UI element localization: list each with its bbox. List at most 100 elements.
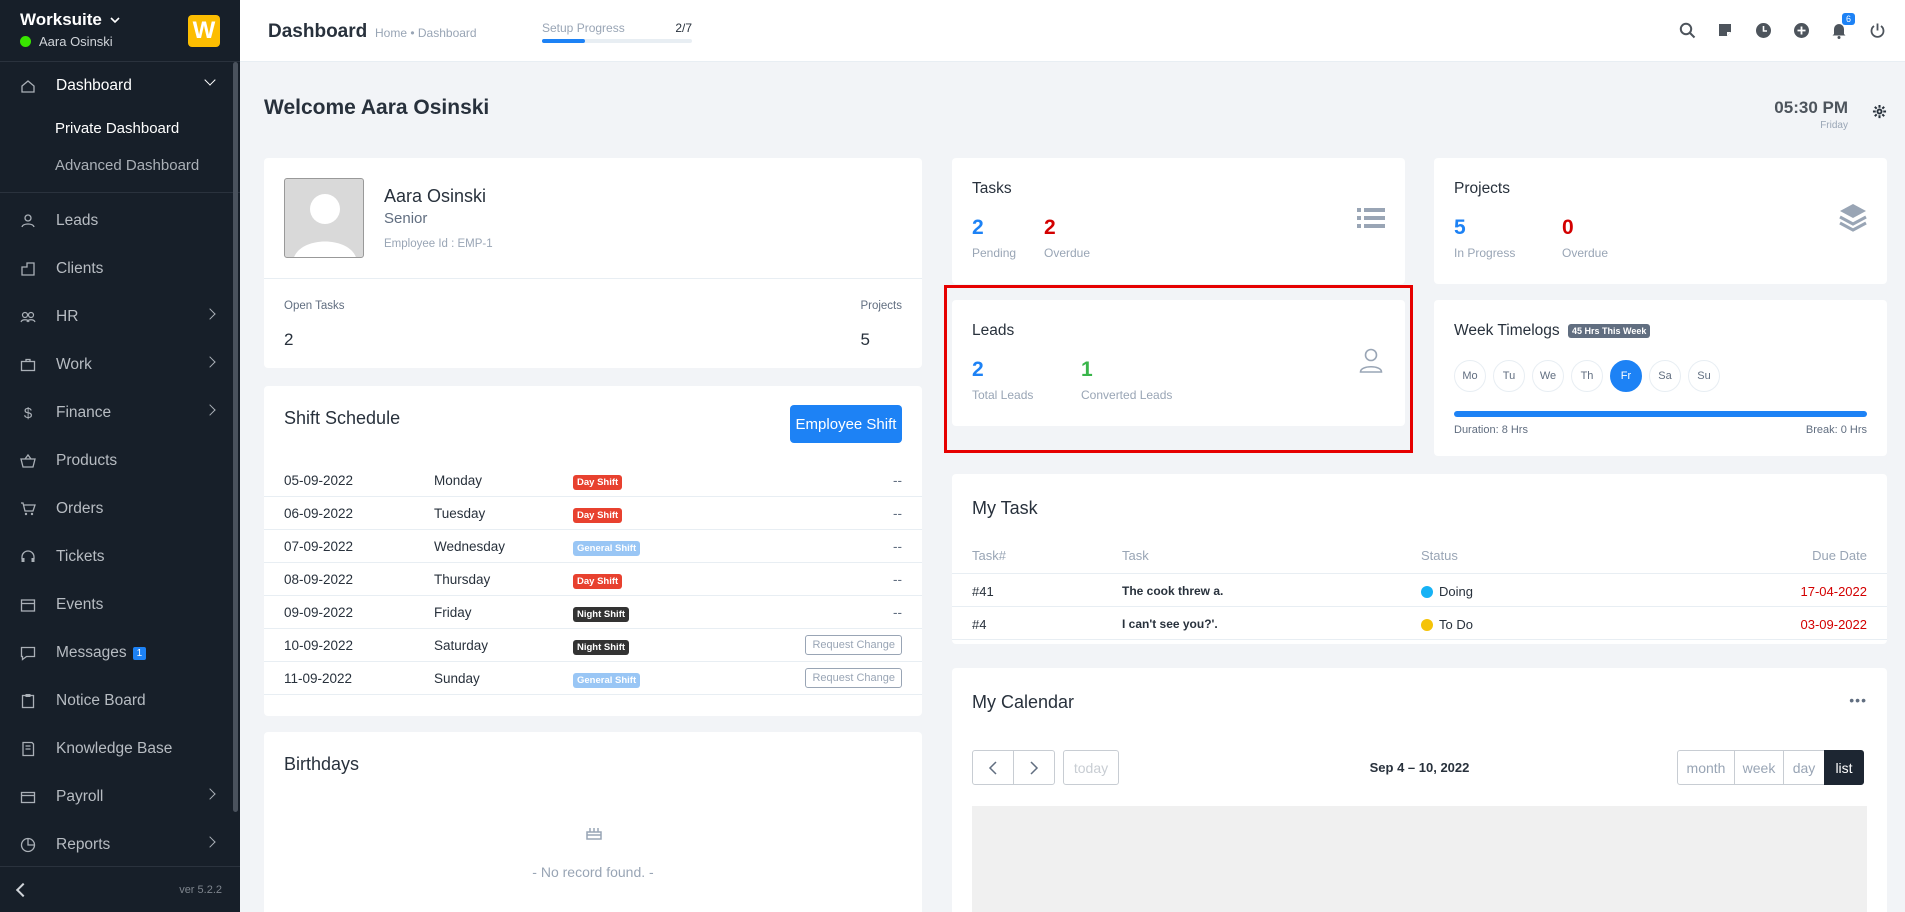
task-status[interactable]: Doing bbox=[1421, 584, 1473, 599]
clock-time: 05:30 PM bbox=[1774, 98, 1848, 117]
weekday-fr[interactable]: Fr bbox=[1610, 360, 1642, 392]
task-name[interactable]: The cook threw a. bbox=[1122, 584, 1223, 598]
gear-icon[interactable] bbox=[1872, 104, 1887, 122]
timelog-progress-bar bbox=[1454, 411, 1867, 417]
task-name[interactable]: I can't see you?'. bbox=[1122, 617, 1218, 631]
open-tasks-value[interactable]: 2 bbox=[284, 330, 293, 350]
table-row[interactable]: #41 The cook threw a. Doing 17-04-2022 bbox=[952, 574, 1887, 607]
layers-icon bbox=[1839, 202, 1867, 235]
clock-icon[interactable] bbox=[1753, 20, 1773, 40]
shift-action-empty: -- bbox=[893, 605, 902, 620]
my-calendar-card: My Calendar ••• today Sep 4 – 10, 2022 m… bbox=[952, 668, 1887, 912]
sidebar-item-products[interactable]: Products bbox=[0, 437, 240, 485]
search-icon[interactable] bbox=[1677, 20, 1697, 40]
task-id[interactable]: #4 bbox=[972, 617, 986, 632]
sidebar-item-knowledge-base[interactable]: Knowledge Base bbox=[0, 725, 240, 773]
col-header-status: Status bbox=[1421, 548, 1458, 563]
sticky-note-icon[interactable] bbox=[1715, 20, 1735, 40]
bell-icon[interactable]: 6 bbox=[1829, 13, 1855, 40]
view-month[interactable]: month bbox=[1677, 750, 1735, 785]
sidebar-item-clients[interactable]: Clients bbox=[0, 245, 240, 293]
tasks-pending-value[interactable]: 2 bbox=[972, 216, 984, 240]
shift-day: Thursday bbox=[434, 572, 491, 587]
view-week[interactable]: week bbox=[1734, 750, 1784, 785]
shift-date: 08-09-2022 bbox=[284, 572, 354, 587]
leads-converted-label: Converted Leads bbox=[1081, 388, 1173, 402]
chevron-right-icon bbox=[204, 836, 216, 848]
week-timelogs-title-label: Week Timelogs bbox=[1454, 322, 1560, 339]
sidebar-item-payroll[interactable]: Payroll bbox=[0, 773, 240, 821]
sidebar-item-reports[interactable]: Reports bbox=[0, 821, 240, 869]
projects-card: Projects 5 In Progress 0 Overdue bbox=[1434, 158, 1887, 284]
shift-badge: Day Shift bbox=[573, 574, 623, 589]
shift-badge: Day Shift bbox=[573, 475, 623, 490]
weekday-su[interactable]: Su bbox=[1688, 360, 1720, 392]
dollar-icon: $ bbox=[23, 404, 33, 422]
brand-area[interactable]: Worksuite Aara Osinski W bbox=[0, 0, 240, 62]
sidebar-scrollbar[interactable] bbox=[233, 62, 238, 812]
breadcrumb[interactable]: Home • Dashboard bbox=[375, 26, 477, 40]
shift-row: 11-09-2022 Sunday General Shift Request Cha… bbox=[264, 662, 922, 695]
profile-divider bbox=[264, 278, 922, 279]
weekday-sa[interactable]: Sa bbox=[1649, 360, 1681, 392]
worksuite-logo[interactable]: W bbox=[188, 15, 220, 47]
setup-progress-value: 2/7 bbox=[675, 21, 692, 35]
sidebar-item-leads[interactable]: Leads bbox=[0, 197, 240, 245]
sidebar-item-orders[interactable]: Orders bbox=[0, 485, 240, 533]
sidebar-item-messages[interactable]: Messages 1 bbox=[0, 629, 240, 677]
shift-badge: General Shift bbox=[573, 673, 641, 688]
view-day[interactable]: day bbox=[1783, 750, 1825, 785]
projects-value[interactable]: 5 bbox=[861, 330, 870, 350]
sidebar-item-advanced-dashboard[interactable]: Advanced Dashboard bbox=[0, 147, 240, 184]
calendar-view-switcher: month week day list bbox=[1677, 750, 1867, 785]
top-header: Dashboard Home • Dashboard Setup Progres… bbox=[240, 0, 1905, 62]
projects-overdue-value[interactable]: 0 bbox=[1562, 216, 1574, 240]
add-circle-icon[interactable] bbox=[1791, 20, 1811, 40]
sidebar-item-label: Leads bbox=[56, 212, 99, 229]
weekday-th[interactable]: Th bbox=[1571, 360, 1603, 392]
weekday-mo[interactable]: Mo bbox=[1454, 360, 1486, 392]
task-due-date: 17-04-2022 bbox=[1800, 584, 1868, 599]
setup-progress-fill bbox=[542, 39, 585, 43]
setup-progress[interactable]: Setup Progress 2/7 bbox=[542, 21, 692, 43]
leads-title: Leads bbox=[972, 322, 1015, 339]
sidebar-item-label: Knowledge Base bbox=[56, 740, 173, 757]
sidebar-item-label: Dashboard bbox=[56, 77, 132, 94]
projects-in-progress-value[interactable]: 5 bbox=[1454, 216, 1466, 240]
sidebar-item-notice-board[interactable]: Notice Board bbox=[0, 677, 240, 725]
view-list[interactable]: list bbox=[1824, 750, 1864, 785]
dashboard-submenu: Private Dashboard Advanced Dashboard bbox=[0, 110, 240, 193]
sidebar-item-label: Events bbox=[56, 596, 104, 613]
more-options-icon[interactable]: ••• bbox=[1849, 692, 1867, 708]
sidebar-footer: ver 5.2.2 bbox=[0, 866, 240, 912]
sidebar-item-finance[interactable]: $ Finance bbox=[0, 389, 240, 437]
request-change-button[interactable]: Request Change bbox=[805, 668, 902, 688]
leads-converted-value[interactable]: 1 bbox=[1081, 358, 1093, 382]
sidebar-item-events[interactable]: Events bbox=[0, 581, 240, 629]
leads-card: Leads 2 Total Leads 1 Converted Leads bbox=[952, 300, 1405, 426]
profile-name[interactable]: Aara Osinski bbox=[384, 186, 486, 207]
request-change-button[interactable]: Request Change bbox=[805, 635, 902, 655]
birthdays-card: Birthdays - No record found. - bbox=[264, 732, 922, 912]
task-status[interactable]: To Do bbox=[1421, 617, 1473, 632]
employee-shift-button[interactable]: Employee Shift bbox=[790, 405, 902, 443]
sidebar-item-private-dashboard[interactable]: Private Dashboard bbox=[0, 110, 240, 147]
chat-icon bbox=[20, 645, 36, 661]
tasks-overdue-value[interactable]: 2 bbox=[1044, 216, 1056, 240]
sidebar-item-work[interactable]: Work bbox=[0, 341, 240, 389]
weekday-tu[interactable]: Tu bbox=[1493, 360, 1525, 392]
collapse-sidebar-icon[interactable] bbox=[15, 882, 31, 897]
birthdays-title: Birthdays bbox=[284, 754, 360, 774]
sidebar-item-tickets[interactable]: Tickets bbox=[0, 533, 240, 581]
avatar[interactable] bbox=[284, 178, 364, 258]
weekday-we[interactable]: We bbox=[1532, 360, 1564, 392]
sidebar-item-hr[interactable]: HR bbox=[0, 293, 240, 341]
sidebar-item-label: Payroll bbox=[56, 788, 104, 805]
power-icon[interactable] bbox=[1867, 20, 1887, 40]
task-id[interactable]: #41 bbox=[972, 584, 994, 599]
headset-icon bbox=[20, 549, 36, 565]
leads-total-value[interactable]: 2 bbox=[972, 358, 984, 382]
sidebar-item-dashboard[interactable]: Dashboard bbox=[0, 62, 240, 110]
shift-row: 07-09-2022 Wednesday General Shift -- bbox=[264, 530, 922, 563]
table-row[interactable]: #4 I can't see you?'. To Do 03-09-2022 bbox=[952, 607, 1887, 640]
